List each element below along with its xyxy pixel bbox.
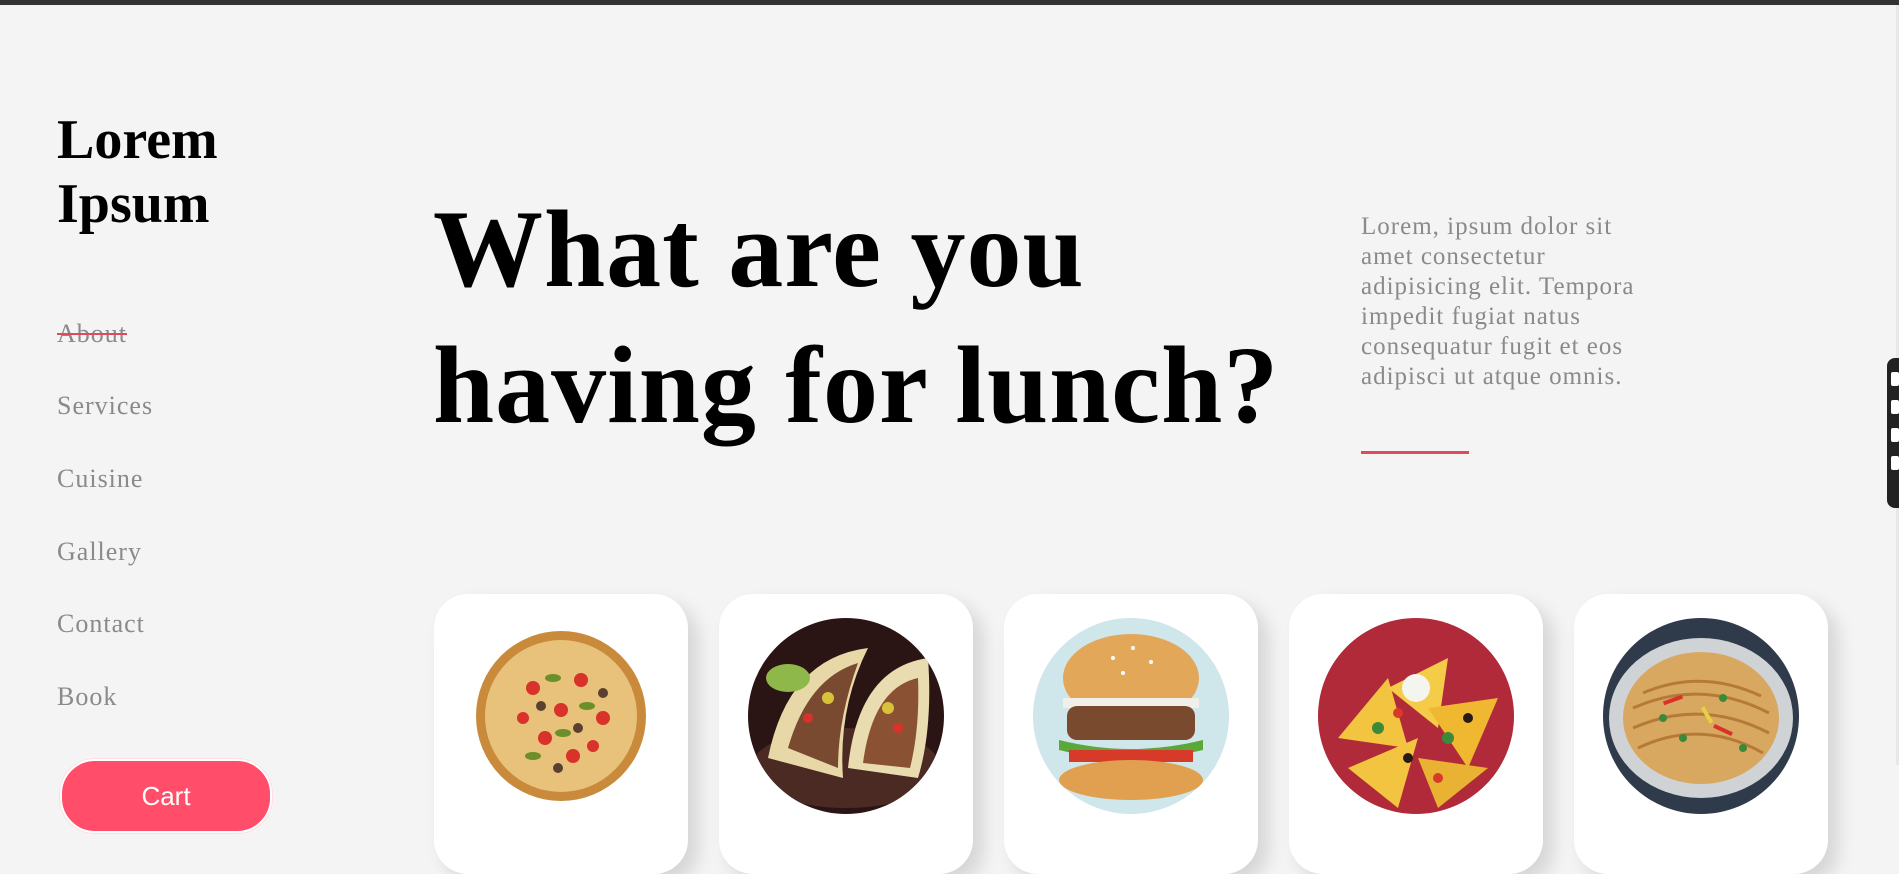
hero-description: Lorem, ipsum dolor sit amet consectetur … [1361, 213, 1635, 390]
description-underline [1361, 451, 1469, 454]
dish-card-pizza[interactable] [434, 594, 688, 874]
burger-icon [1033, 618, 1229, 814]
dish-card-nachos[interactable] [1289, 594, 1543, 874]
pizza-icon [463, 618, 659, 814]
dish-card-burger[interactable] [1004, 594, 1258, 874]
cart-button[interactable]: Cart [60, 759, 272, 833]
nav-item-about[interactable]: About [57, 319, 127, 349]
window-top-border [0, 0, 1899, 5]
nav-item-contact[interactable]: Contact [57, 609, 145, 639]
nav-item-book[interactable]: Book [57, 682, 117, 712]
brand-logo[interactable]: Lorem Ipsum [57, 108, 277, 236]
side-toolbar[interactable] [1887, 358, 1899, 508]
toolbar-icon[interactable] [1891, 372, 1899, 386]
nav-item-cuisine[interactable]: Cuisine [57, 464, 143, 494]
nachos-icon [1318, 618, 1514, 814]
tacos-icon [748, 618, 944, 814]
hero-title: What are you having for lunch? [433, 188, 1280, 446]
dish-card-tacos[interactable] [719, 594, 973, 874]
toolbar-icon[interactable] [1891, 400, 1899, 414]
noodles-icon [1603, 618, 1799, 814]
dish-card-noodles[interactable] [1574, 594, 1828, 874]
nav-item-services[interactable]: Services [57, 391, 153, 421]
toolbar-icon[interactable] [1891, 428, 1899, 442]
nav-item-gallery[interactable]: Gallery [57, 537, 142, 567]
toolbar-icon[interactable] [1891, 456, 1899, 470]
